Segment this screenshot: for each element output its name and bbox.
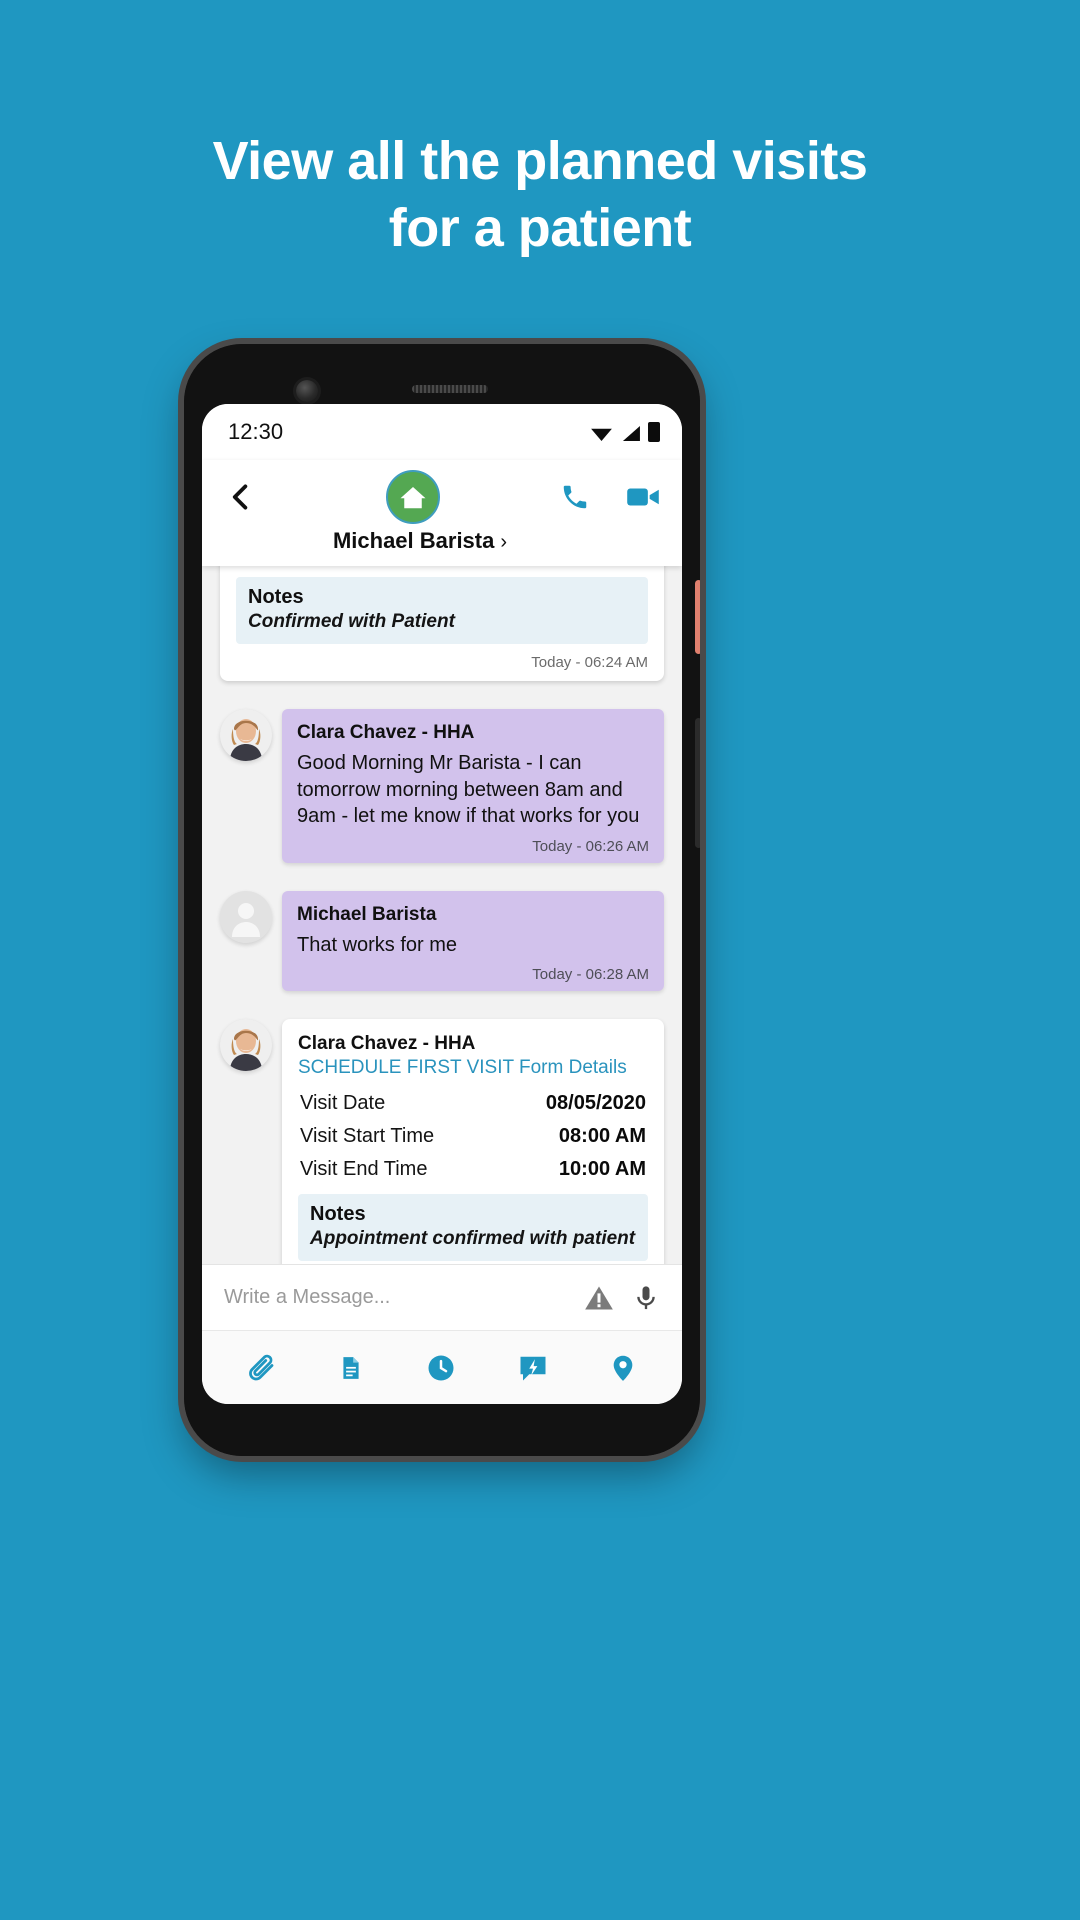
- message-row: Clara Chavez - HHA SCHEDULE FIRST VISIT …: [220, 1019, 664, 1264]
- promo-headline: View all the planned visits for a patien…: [0, 128, 1080, 262]
- headline-line-2: for a patient: [388, 197, 692, 258]
- patient-home-avatar[interactable]: [386, 470, 440, 524]
- notes-block: Notes Confirmed with Patient: [236, 577, 648, 644]
- message-sender: Clara Chavez - HHA: [298, 1033, 476, 1055]
- headline-line-1: View all the planned visits: [212, 131, 868, 191]
- message-sender: Clara Chavez - HHA: [297, 722, 475, 743]
- location-pin-icon[interactable]: [609, 1353, 637, 1383]
- message-sender: Michael Barista: [297, 903, 437, 925]
- form-row-value: 08/05/2020: [545, 1092, 646, 1115]
- message-form-card[interactable]: Clara Chavez - HHA SCHEDULE FIRST VISIT …: [282, 1019, 664, 1264]
- bottom-toolbar: [202, 1330, 682, 1404]
- message-bubble[interactable]: Clara Chavez - HHA Good Morning Mr Baris…: [282, 709, 664, 863]
- paperclip-icon[interactable]: [247, 1353, 277, 1383]
- avatar[interactable]: [220, 709, 272, 761]
- message-form-card[interactable]: Visit End Time 12:00 PM Notes Confirmed …: [220, 566, 664, 681]
- quick-reply-icon[interactable]: [518, 1354, 548, 1382]
- title-chevron-icon: ›: [500, 531, 508, 553]
- notes-label: Notes: [248, 586, 304, 608]
- form-row-value: 10:00 AM: [558, 1158, 646, 1181]
- form-row: Visit End Time 12:00 PM: [236, 566, 648, 569]
- form-row-value: 08:00 AM: [558, 1125, 646, 1148]
- volume-button[interactable]: [695, 718, 700, 848]
- avatar[interactable]: [220, 890, 272, 943]
- front-camera: [296, 380, 318, 402]
- earpiece-speaker: [412, 385, 488, 393]
- notes-block: Notes Appointment confirmed with patient: [298, 1194, 648, 1262]
- phone-bezel: 12:30 Michael Barista › Notes Confirmed …: [184, 344, 700, 1456]
- phone-icon[interactable]: [560, 482, 590, 512]
- form-title[interactable]: SCHEDULE FIRST VISIT Form Details: [298, 1057, 648, 1079]
- phone-mockup: 12:30 Michael Barista › Notes Confirmed …: [184, 344, 700, 1456]
- signal-icon: [620, 425, 641, 442]
- page-title[interactable]: Michael Barista ›: [202, 528, 682, 554]
- message-bubble[interactable]: Michael Barista That works for me Today …: [282, 890, 664, 992]
- message-timestamp: Today - 06:26 AM: [532, 837, 649, 855]
- message-timestamp: Today - 06:24 AM: [531, 654, 648, 671]
- notes-text: Appointment confirmed with patient: [310, 1228, 636, 1250]
- avatar[interactable]: [220, 1019, 272, 1072]
- message-composer: Write a Message...: [202, 1264, 682, 1330]
- message-row: Michael Barista That works for me Today …: [220, 890, 664, 992]
- app-bar: Michael Barista ›: [202, 460, 682, 566]
- message-text: Good Morning Mr Barista - I can tomorrow…: [297, 752, 640, 828]
- status-time: 12:30: [228, 419, 284, 444]
- chat-thread[interactable]: Visit End Time 12:00 PM Notes Confirmed …: [202, 566, 682, 1264]
- status-bar: 12:30: [202, 404, 682, 460]
- notes-text: Confirmed with Patient: [248, 611, 455, 632]
- form-row: Visit Date 08/05/2020: [298, 1087, 648, 1120]
- wifi-icon: [590, 425, 613, 442]
- app-bar-actions: [560, 482, 660, 512]
- document-icon[interactable]: [338, 1354, 364, 1382]
- status-icons: [590, 422, 660, 442]
- form-row-label: Visit Start Time: [300, 1125, 435, 1148]
- app-bar-row: [202, 470, 682, 524]
- home-icon: [398, 482, 428, 512]
- back-chevron-icon[interactable]: [224, 480, 258, 514]
- notes-label: Notes: [310, 1203, 366, 1226]
- power-button[interactable]: [695, 580, 700, 654]
- patient-name: Michael Barista: [332, 528, 495, 553]
- form-row-label: Visit End Time: [300, 1158, 428, 1181]
- message-row: Clara Chavez - HHA Good Morning Mr Baris…: [220, 709, 664, 863]
- microphone-icon[interactable]: [632, 1284, 660, 1312]
- message-text: That works for me: [297, 933, 458, 956]
- clock-icon[interactable]: [426, 1353, 456, 1383]
- message-timestamp: Today - 06:28 AM: [532, 966, 649, 984]
- form-row-label: Visit Date: [300, 1092, 386, 1115]
- video-camera-icon[interactable]: [626, 484, 660, 510]
- phone-screen: 12:30 Michael Barista › Notes Confirmed …: [202, 404, 682, 1404]
- form-row: Visit End Time 10:00 AM: [298, 1153, 648, 1186]
- form-row: Visit Start Time 08:00 AM: [298, 1120, 648, 1153]
- message-input[interactable]: Write a Message...: [224, 1286, 566, 1309]
- warning-triangle-icon[interactable]: [584, 1284, 614, 1312]
- battery-icon: [648, 422, 660, 442]
